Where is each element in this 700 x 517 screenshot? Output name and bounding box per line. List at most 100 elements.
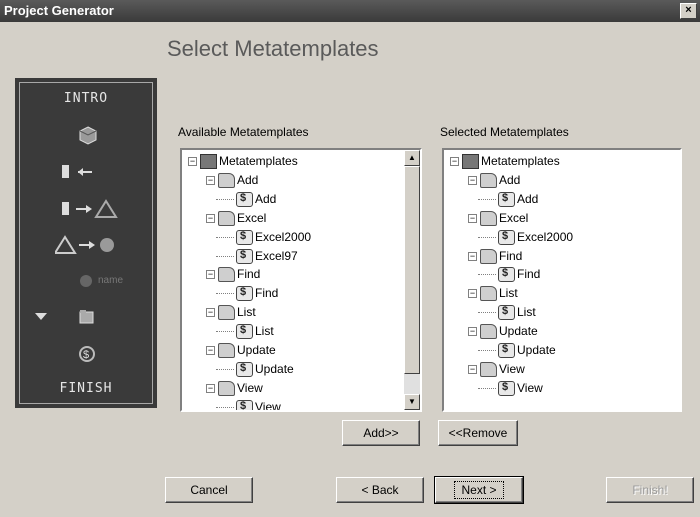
tree-connector: [478, 350, 496, 351]
collapse-toggle-icon[interactable]: −: [468, 251, 477, 261]
folder-icon: [480, 172, 497, 188]
collapse-toggle-icon[interactable]: −: [468, 327, 477, 337]
scroll-down-button[interactable]: ▼: [404, 394, 420, 410]
sheet-icon: [498, 267, 515, 283]
tree-connector: [216, 406, 234, 408]
binoculars-icon: [480, 248, 497, 264]
sheet-icon: [236, 191, 253, 207]
tree-item-label: List: [499, 286, 518, 301]
sheet-icon: [236, 229, 253, 245]
tree-item-label: Metatemplates: [219, 154, 298, 168]
tree-connector: [216, 236, 234, 238]
tree-item-label: Update: [499, 324, 538, 339]
tree-item-label: List: [255, 324, 274, 339]
sheet-icon: [236, 399, 253, 410]
next-button-label: Next >: [454, 481, 504, 499]
selected-tree[interactable]: −Metatemplates−AddAdd−ExcelExcel2000−Fin…: [442, 148, 682, 412]
folder-icon: [218, 343, 235, 358]
collapse-toggle-icon[interactable]: −: [468, 289, 477, 299]
tree-connector: [478, 387, 496, 389]
cube-icon: [79, 126, 97, 145]
list-icon: [218, 305, 235, 321]
collapse-toggle-icon[interactable]: −: [468, 175, 477, 185]
tree-item-label: Add: [255, 191, 277, 206]
tree-connector: [478, 236, 496, 238]
remove-button[interactable]: <<Remove: [438, 420, 518, 446]
binoculars-icon: [218, 267, 235, 283]
wizard-steps-panel: INTRO name $ FINISH: [15, 78, 157, 408]
collapse-toggle-icon[interactable]: −: [468, 213, 477, 223]
step-intro-label: INTRO: [63, 91, 109, 106]
collapse-toggle-icon[interactable]: −: [206, 383, 215, 393]
tree-connector: [216, 198, 234, 200]
db-to-triangle-icon: [62, 199, 118, 218]
sheet-icon: $: [79, 346, 95, 362]
back-button[interactable]: < Back: [336, 477, 424, 503]
collapse-toggle-icon[interactable]: −: [206, 213, 215, 223]
tree-item-label: Update: [255, 361, 294, 376]
close-button[interactable]: ×: [680, 3, 697, 19]
cancel-button[interactable]: Cancel: [165, 477, 253, 503]
tree-item-label: Update: [237, 343, 276, 357]
sheet-icon: [236, 361, 253, 377]
svg-text:$: $: [83, 349, 89, 361]
folder-icon: [218, 172, 235, 188]
finish-button: Finish!: [606, 477, 694, 503]
root-icon: [462, 154, 479, 169]
circle-name-icon: [80, 275, 92, 287]
selected-label: Selected Metatemplates: [440, 125, 569, 139]
eye-icon: [218, 380, 235, 396]
folder-icon: [79, 310, 94, 324]
collapse-toggle-icon[interactable]: −: [188, 157, 197, 166]
tree-item-label: Find: [255, 286, 279, 301]
tree-item-label: Add: [517, 191, 539, 206]
tree-connector: [478, 198, 496, 200]
available-label: Available Metatemplates: [178, 125, 309, 139]
collapse-toggle-icon[interactable]: −: [206, 346, 215, 355]
sheet-icon: [498, 305, 515, 321]
available-tree[interactable]: −Metatemplates−AddAdd−ExcelExcel2000Exce…: [180, 148, 422, 412]
tree-item-label: Find: [237, 267, 261, 282]
folder-icon: [480, 324, 497, 340]
sheet-icon: [236, 248, 253, 264]
folder-icon: [218, 210, 235, 226]
tree-item-label: Update: [517, 343, 556, 357]
sheet-icon: [236, 324, 253, 340]
window-title: Project Generator: [4, 3, 114, 18]
tree-item-label: View: [237, 380, 263, 395]
add-button[interactable]: Add>>: [342, 420, 420, 446]
tree-item-label: View: [499, 361, 525, 376]
tree-item-label: Excel: [237, 210, 267, 225]
tree-item-label: Add: [237, 172, 259, 187]
sheet-icon: [498, 229, 515, 245]
available-scrollbar[interactable]: ▲ ▼: [404, 150, 420, 410]
root-icon: [200, 154, 217, 169]
wizard-steps-frame: INTRO name $ FINISH: [19, 82, 153, 404]
tree-connector: [478, 312, 496, 314]
tree-connector: [216, 368, 234, 370]
tree-item-label: Excel2000: [255, 229, 312, 244]
tree-item-label: View: [255, 399, 281, 412]
sheet-icon: [498, 380, 515, 396]
collapse-toggle-icon[interactable]: −: [468, 364, 477, 374]
sheet-icon: [236, 286, 253, 302]
collapse-toggle-icon[interactable]: −: [206, 175, 215, 185]
next-button[interactable]: Next >: [434, 476, 524, 504]
tree-connector: [216, 331, 234, 333]
tree-item-label: List: [517, 305, 536, 320]
tree-item-label: Add: [499, 172, 521, 187]
collapse-toggle-icon[interactable]: −: [206, 270, 215, 280]
collapse-toggle-icon[interactable]: −: [450, 157, 459, 166]
tree-connector: [216, 293, 234, 295]
tree-connector: [216, 255, 234, 257]
page-title: Select Metatemplates: [167, 36, 379, 61]
tree-item-label: List: [237, 305, 256, 320]
title-bar: Project Generator ×: [0, 0, 700, 22]
tree-item-label: Find: [517, 267, 541, 282]
step-name-label: name: [98, 275, 124, 286]
collapse-toggle-icon[interactable]: −: [206, 308, 215, 318]
current-step-arrow-icon: [35, 313, 47, 320]
scroll-up-button[interactable]: ▲: [404, 150, 420, 166]
scroll-thumb[interactable]: [404, 166, 420, 374]
step-finish-label: FINISH: [59, 381, 113, 396]
